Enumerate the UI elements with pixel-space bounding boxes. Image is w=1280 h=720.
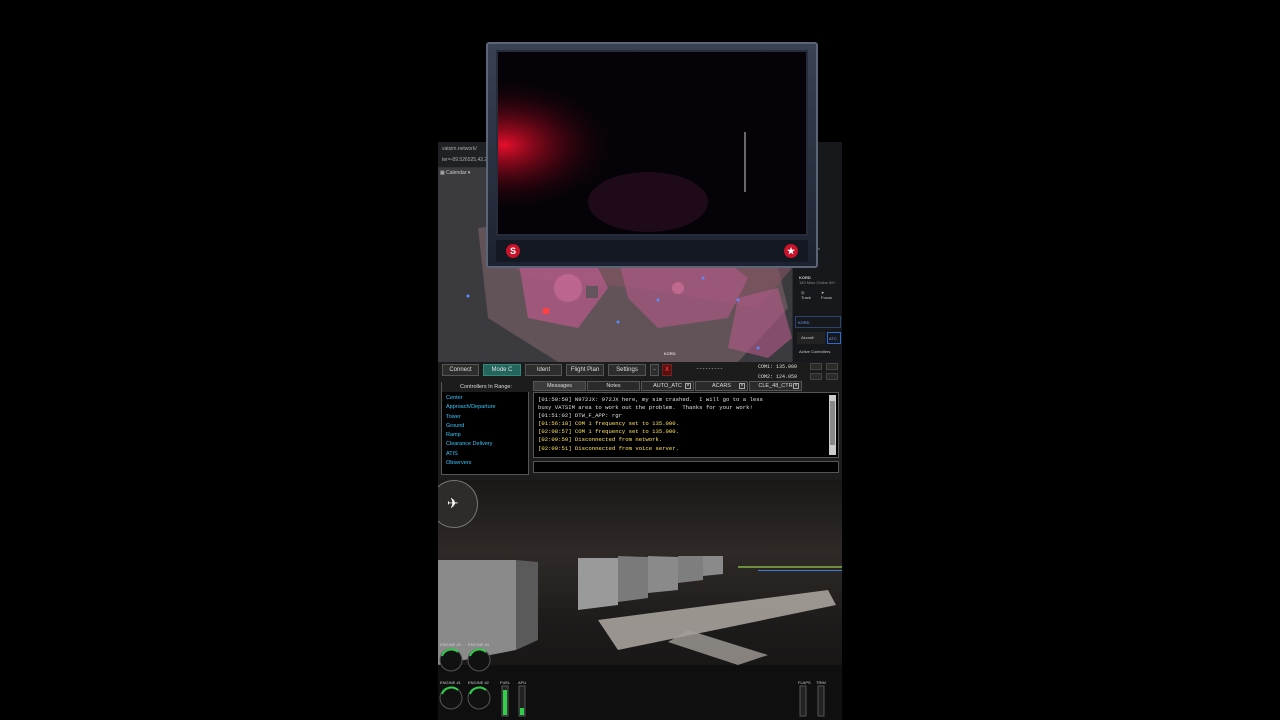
controller-category-observers[interactable]: Observers <box>446 459 496 468</box>
left-badge-icon: S <box>506 244 520 258</box>
ident-button[interactable]: Ident <box>525 364 562 376</box>
message-line: [01:56:18] COM 1 frequency set to 135.00… <box>538 420 679 428</box>
tab-acars[interactable]: ACARS × <box>695 381 748 391</box>
message-tabs: Messages Notes AUTO_ATC × ACARS × CLE_48_C… <box>533 381 839 391</box>
calendar-button[interactable]: ▦ Calendar ▾ <box>440 170 470 176</box>
minimize-button[interactable]: - <box>650 364 659 376</box>
engine3-gauge <box>439 648 463 672</box>
tab-auto-atc[interactable]: AUTO_ATC × <box>641 381 694 391</box>
search-input[interactable]: KORD <box>795 316 841 328</box>
tab-label: AUTO_ATC <box>653 383 682 389</box>
message-line: busy VATSIM area to work out the problem… <box>538 404 753 412</box>
controllers-panel: Controllers In Range: Center Approach/De… <box>441 382 530 475</box>
message-line: [02:09:50] Disconnected from network. <box>538 436 663 444</box>
close-button[interactable]: X <box>662 364 672 376</box>
controller-category-tower[interactable]: Tower <box>446 413 496 422</box>
com1-frequency: COM1: 135.000 <box>758 364 798 370</box>
tab-label: CLE_48_CTR <box>758 383 793 389</box>
com1-tx-button[interactable] <box>810 363 822 370</box>
calendar-label: Calendar <box>446 170 467 176</box>
active-controllers-heading: Active Controllers <box>799 349 831 354</box>
vpilot-client: Connect Mode C Ident Flight Plan Setting… <box>438 362 842 480</box>
message-line: [02:09:51] Disconnected from voice serve… <box>538 444 679 452</box>
overlay-content <box>498 52 806 234</box>
messages-panel: [01:50:50] N972JX: 972JX here, my sim cr… <box>533 392 839 458</box>
tab-atc[interactable]: ATC <box>827 332 841 344</box>
message-input[interactable] <box>533 461 839 473</box>
com1-rx-button[interactable] <box>826 363 838 370</box>
com2-tx-button[interactable] <box>810 373 822 380</box>
tab-aircraft[interactable]: Aircraft <box>797 332 825 344</box>
track-label: Track <box>801 295 811 300</box>
messages-scrollbar[interactable] <box>829 395 836 455</box>
tab-notes[interactable]: Notes <box>587 381 640 391</box>
overlay-frame: S ★ <box>486 42 818 268</box>
controller-category-ramp[interactable]: Ramp <box>446 431 496 440</box>
message-line: [02:08:57] COM 1 frequency set to 135.00… <box>538 428 679 436</box>
sim-scene: ✈ ENGINE #3 ENGINE #4 ENGINE #1 ENGINE #… <box>438 480 842 720</box>
close-tab-icon[interactable]: × <box>739 383 745 389</box>
controller-category-ground[interactable]: Ground <box>446 422 496 431</box>
controller-category-clearance[interactable]: Clearance Delivery <box>446 440 496 449</box>
settings-button[interactable]: Settings <box>608 364 646 376</box>
controllers-header: Controllers In Range: <box>442 382 530 392</box>
com2-frequency: COM2: 124.050 <box>758 374 798 380</box>
engine4-gauge <box>467 648 491 672</box>
tab-label: Messages <box>546 383 573 389</box>
trim-bar <box>817 685 825 717</box>
tab-messages[interactable]: Messages <box>533 381 586 391</box>
overlay-screen <box>496 50 808 236</box>
focus-button[interactable]: ➤ Focus <box>821 290 832 300</box>
close-tab-icon[interactable]: × <box>685 383 691 389</box>
track-button[interactable]: ◎ Track <box>801 290 811 300</box>
close-tab-icon[interactable]: × <box>793 383 799 389</box>
connect-button[interactable]: Connect <box>442 364 479 376</box>
star-badge-icon: ★ <box>784 244 798 258</box>
status-text: --------- <box>696 366 724 372</box>
tab-label: Notes <box>606 383 621 389</box>
engine2-gauge <box>467 686 491 710</box>
map-label: KORD <box>664 351 676 356</box>
tab-label: ACARS <box>712 383 731 389</box>
flight-plan-button[interactable]: Flight Plan <box>566 364 604 376</box>
controller-category-atis[interactable]: ATIS <box>446 450 496 459</box>
mode-c-button[interactable]: Mode C <box>483 364 521 376</box>
engine1-gauge <box>439 686 463 710</box>
message-lines: [01:50:50] N972JX: 972JX here, my sim cr… <box>538 396 824 453</box>
flaps-bar <box>799 685 807 717</box>
scrollbar-thumb[interactable] <box>830 401 835 445</box>
controller-category-center[interactable]: Center <box>446 394 496 403</box>
controller-category-approach[interactable]: Approach/Departure <box>446 403 496 412</box>
engine-gauges <box>439 648 825 717</box>
focus-label: Focus <box>821 295 832 300</box>
message-line: [01:51:02] DTW_F_APP: rgr <box>538 412 622 420</box>
message-line: [01:50:50] N972JX: 972JX here, my sim cr… <box>538 396 763 403</box>
station-online: 183 Mins Online 89+ <box>799 280 836 285</box>
overlay-bottom-bar: S ★ <box>496 240 808 262</box>
url-text: vatsim.network/ <box>442 146 477 152</box>
tab-cle-48-ctr[interactable]: CLE_48_CTR × <box>749 381 802 391</box>
com2-rx-button[interactable] <box>826 373 838 380</box>
